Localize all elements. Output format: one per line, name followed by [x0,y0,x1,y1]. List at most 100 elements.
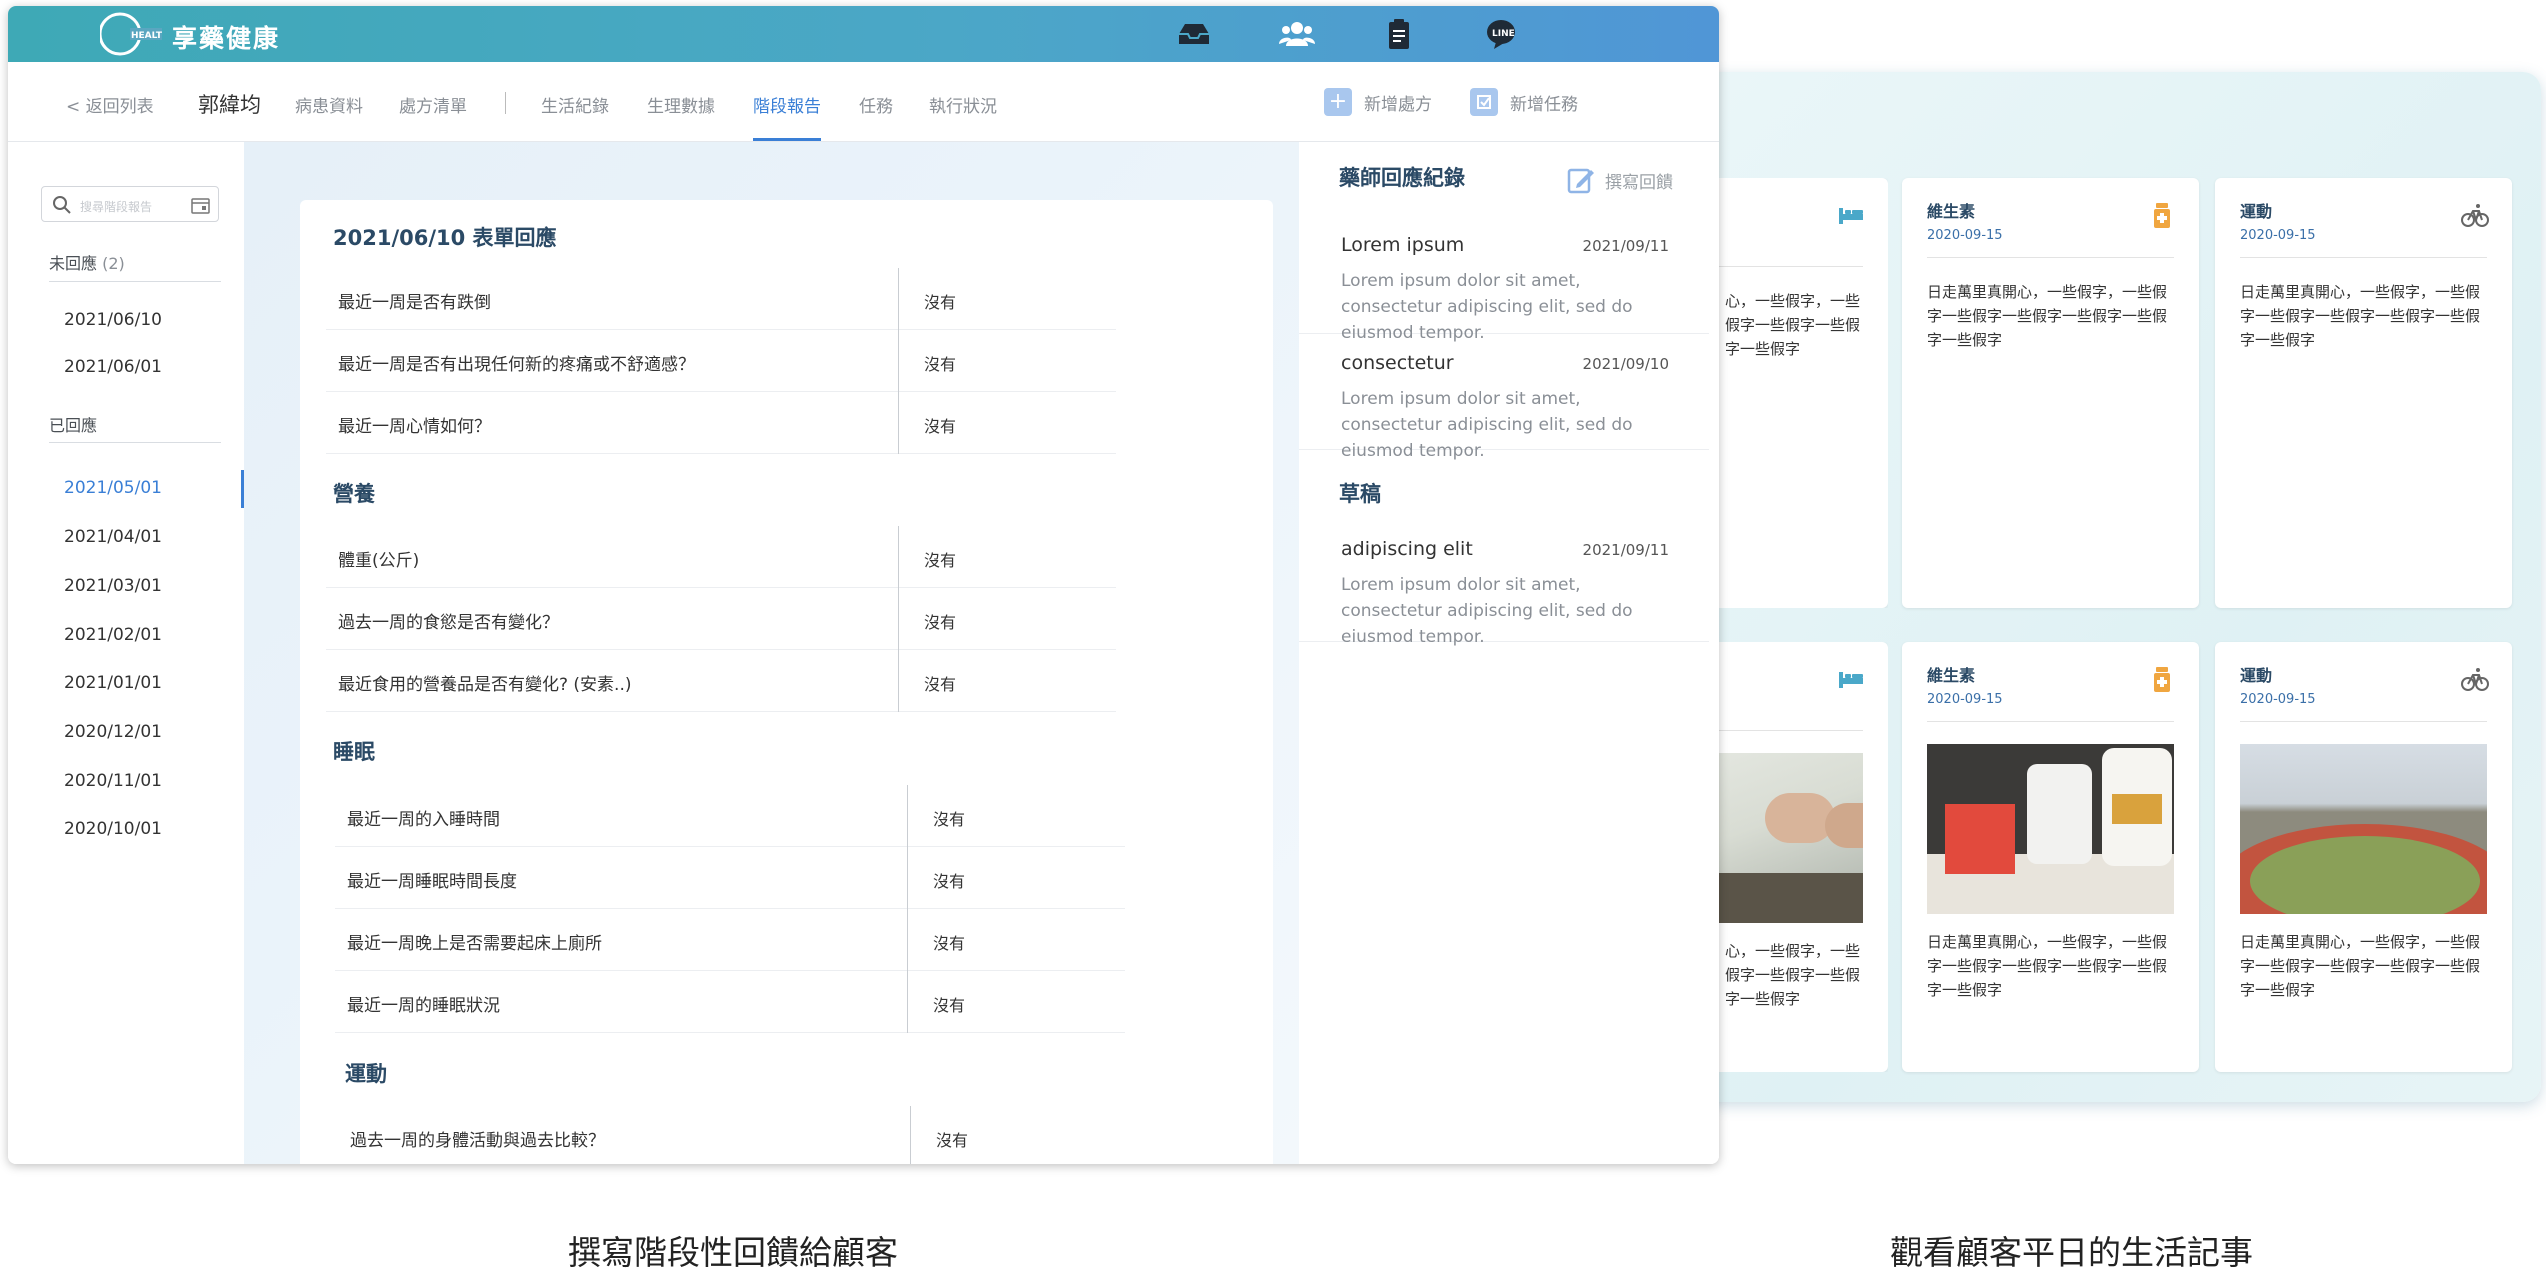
question-text: 過去一周的食慾是否有變化？ [338,613,559,633]
vitamin-photo [1927,744,2174,914]
question-row: 最近一周晚上是否需要起床上廁所 沒有 [335,909,1125,971]
life-records-window: 心，一些假字，一些假字一些假字一些假字一些假字 維生素 2020-09-15 日… [1700,72,2541,1102]
life-card-vitamin-photo[interactable]: 維生素 2020-09-15 日走萬里真開心，一些假字，一些假字一些假字一些假字… [1902,642,2199,1072]
report-window: HEALTH 享藥健康 LINE < 返回列表 郭緯均 病患資料 處方清單 生活… [8,6,1719,1164]
record-title: Lorem ipsum [1341,234,1465,256]
tab-life-records[interactable]: 生活紀錄 [541,92,609,117]
draft-record[interactable]: adipiscing elit 2021/09/11 Lorem ipsum d… [1299,520,1709,647]
pharmacist-record[interactable]: Lorem ipsum 2021/09/11 Lorem ipsum dolor… [1299,218,1709,343]
write-feedback-button[interactable]: 撰寫回饋 [1567,166,1673,194]
answer-text: 沒有 [924,355,957,374]
nav-divider [505,92,506,114]
life-card-text: 日走萬里真開心，一些假字，一些假字一些假字一些假字一些假字一些假字一些假字 [1927,933,2168,999]
draft-title: adipiscing elit [1341,538,1473,560]
answer-text: 沒有 [933,872,966,891]
tab-physiological-data[interactable]: 生理數據 [647,92,715,117]
question-text: 最近一周睡眠時間長度 [347,872,517,892]
drafts-title: 草稿 [1339,482,1381,506]
life-card-date: 2020-09-15 [2240,228,2316,243]
report-date-item[interactable]: 2021/04/01 [64,527,162,547]
report-date-item[interactable]: 2020/12/01 [64,722,162,742]
question-text: 最近食用的營養品是否有變化? (安素..) [338,675,632,695]
back-to-list-link[interactable]: < 返回列表 [66,92,154,117]
question-row: 最近一周的入睡時間 沒有 [335,785,1125,847]
report-search-input[interactable]: 搜尋階段報告 [41,186,219,222]
task-icon [1470,88,1498,116]
inbox-icon[interactable] [1175,18,1213,50]
answer-text: 沒有 [924,613,957,632]
question-text: 最近一周是否有出現任何新的疼痛或不舒適感？ [338,355,695,375]
answer-text: 沒有 [933,810,966,829]
life-card-title: 維生素 [1927,666,1976,685]
question-row: 最近一周心情如何？ 沒有 [326,392,1116,454]
life-card-title: 運動 [2240,666,2273,685]
question-row: 最近一周的睡眠狀況 沒有 [335,971,1125,1033]
users-icon[interactable] [1278,18,1316,50]
pharmacist-response-pane: 藥師回應紀錄 撰寫回饋 Lorem ipsum 2021/09/11 Lorem… [1299,142,1719,1164]
record-date: 2021/09/11 [1582,237,1669,255]
edit-icon [1567,168,1594,194]
answer-text: 沒有 [924,293,957,312]
unanswered-group-label: 未回應 (2) [49,254,125,273]
section-title-sleep: 睡眠 [333,740,375,764]
calendar-icon[interactable] [191,196,210,214]
section-title-nutrition: 營養 [333,482,375,506]
question-text: 最近一周晚上是否需要起床上廁所 [347,934,602,954]
question-text: 體重(公斤) [338,551,420,571]
report-sidebar: 搜尋階段報告 未回應 (2) 2021/06/10 2021/06/01 已回應… [8,142,244,1164]
question-row: 最近一周是否有跌倒 沒有 [326,268,1116,330]
question-row: 最近一周睡眠時間長度 沒有 [335,847,1125,909]
report-date-item[interactable]: 2021/02/01 [64,625,162,645]
form-response-pane: 2021/06/10 表單回應 最近一周是否有跌倒 沒有 最近一周是否有出現任何… [244,142,1299,1164]
divider [49,442,221,443]
tab-execution-status[interactable]: 執行狀況 [929,92,997,117]
search-icon [53,196,71,214]
search-placeholder: 搜尋階段報告 [80,200,153,214]
report-date-item[interactable]: 2021/06/01 [64,357,162,377]
life-card-date: 2020-09-15 [2240,692,2316,707]
report-date-item[interactable]: 2021/01/01 [64,673,162,693]
clipboard-icon[interactable] [1380,18,1418,50]
report-date-item[interactable]: 2021/03/01 [64,576,162,596]
tab-patient-info[interactable]: 病患資料 [295,92,363,117]
life-card-text: 日走萬里真開心，一些假字，一些假字一些假字一些假字一些假字一些假字一些假字 [2240,283,2481,349]
draft-date: 2021/09/11 [1582,541,1669,559]
tab-stage-report[interactable]: 階段報告 [753,92,821,117]
answer-text: 沒有 [933,996,966,1015]
pill-bottle-icon [2154,203,2170,228]
add-task-label: 新增任務 [1510,94,1578,115]
tab-tasks[interactable]: 任務 [859,92,893,117]
life-card-vitamin[interactable]: 維生素 2020-09-15 日走萬里真開心，一些假字，一些假字一些假字一些假字… [1902,178,2199,608]
add-task-button[interactable]: 新增任務 [1470,88,1578,116]
report-date-item[interactable]: 2021/06/10 [64,310,162,330]
record-date: 2021/09/10 [1582,355,1669,373]
report-date-item[interactable]: 2020/10/01 [64,819,162,839]
question-text: 最近一周的入睡時間 [347,810,500,830]
add-prescription-button[interactable]: + 新增處方 [1324,88,1432,116]
life-card-exercise[interactable]: 運動 2020-09-15 日走萬里真開心，一些假字，一些假字一些假字一些假字一… [2215,178,2512,608]
plus-icon: + [1324,88,1352,116]
question-row: 過去一周的食慾是否有變化？ 沒有 [326,588,1116,650]
tab-prescriptions[interactable]: 處方清單 [399,92,467,117]
line-chat-icon[interactable]: LINE [1482,18,1520,50]
form-title: 2021/06/10 表單回應 [333,226,557,250]
svg-text:HEALTH: HEALTH [131,31,162,41]
report-date-item-selected[interactable]: 2021/05/01 [64,478,162,498]
add-prescription-label: 新增處方 [1364,94,1432,115]
life-card-exercise-photo[interactable]: 運動 2020-09-15 日走萬里真開心，一些假字，一些假字一些假字一些假字一… [2215,642,2512,1072]
answered-group-label: 已回應 [49,416,98,435]
question-row: 最近食用的營養品是否有變化? (安素..) 沒有 [326,650,1116,712]
question-text: 最近一周心情如何？ [338,417,491,437]
write-feedback-label: 撰寫回饋 [1605,172,1673,193]
life-card-date: 2020-09-15 [1927,692,2003,707]
report-date-item[interactable]: 2020/11/01 [64,771,162,791]
section-title-exercise: 運動 [345,1062,387,1086]
content-area: 搜尋階段報告 未回應 (2) 2021/06/10 2021/06/01 已回應… [8,142,1719,1164]
unanswered-count: (2) [102,254,125,273]
pharmacist-record[interactable]: consectetur 2021/09/10 Lorem ipsum dolor… [1299,334,1709,461]
question-row: 最近一周是否有出現任何新的疼痛或不舒適感？ 沒有 [326,330,1116,392]
divider [49,281,221,282]
health-logo: HEALTH [100,12,162,56]
answer-text: 沒有 [924,417,957,436]
record-body: Lorem ipsum dolor sit amet, consectetur … [1341,389,1633,461]
